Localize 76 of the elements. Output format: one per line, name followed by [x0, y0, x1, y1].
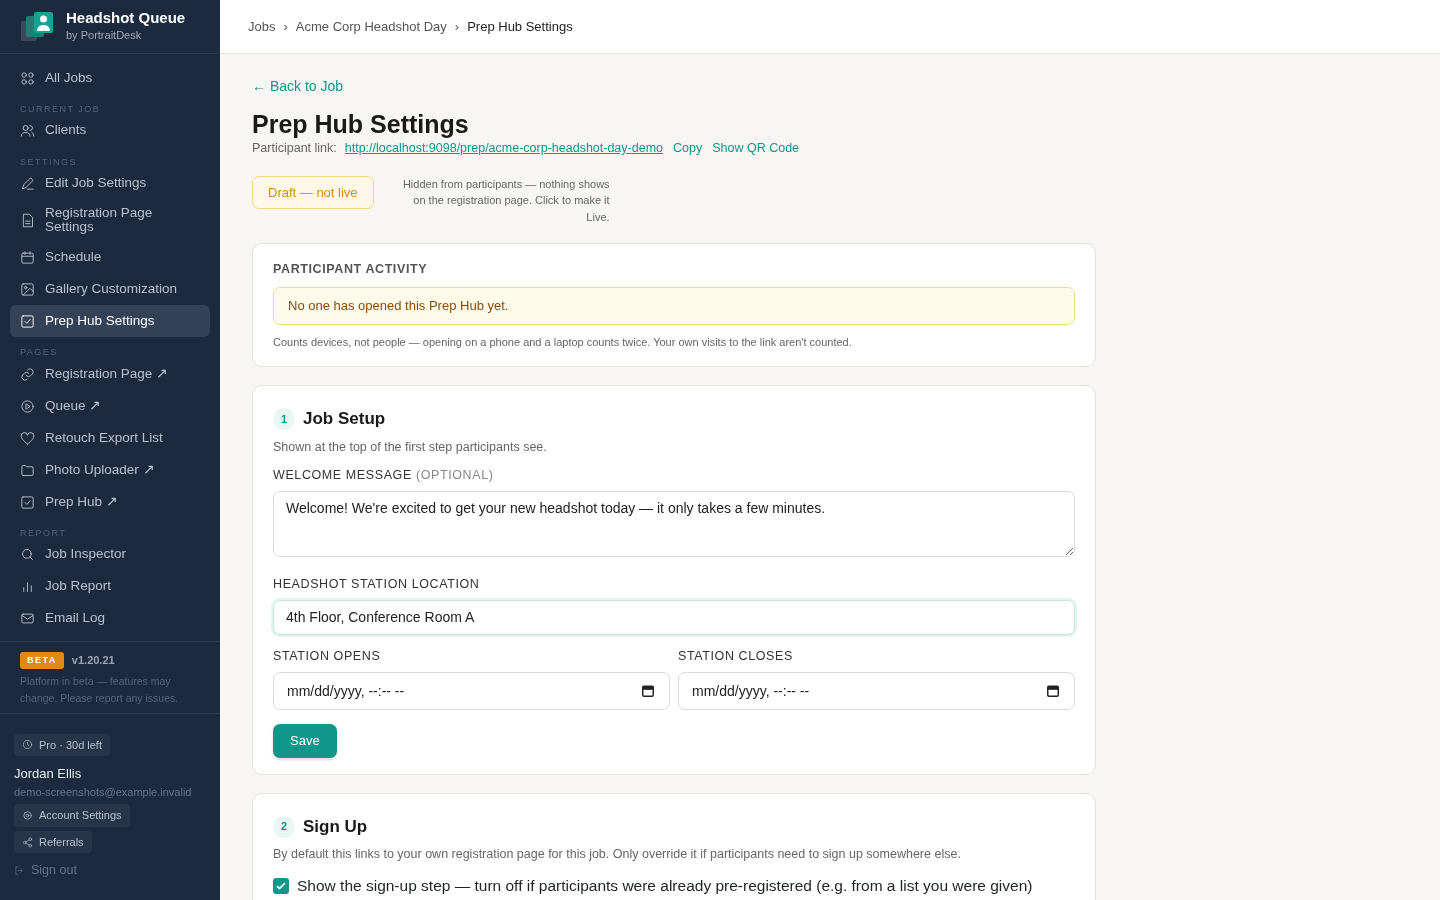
sidebar-item[interactable]: Prep Hub Settings [10, 305, 210, 338]
search-icon [20, 547, 35, 563]
account-button[interactable]: Referrals [14, 830, 92, 854]
checkbox-label: Show the sign-up step — turn off if participants were already pre-registered (e.g. from a list you were given) [297, 876, 1033, 896]
pencil-icon [20, 176, 35, 192]
sidebar-item[interactable]: Gallery Customization [10, 273, 210, 306]
datetime-field[interactable]: mm/dd/yyyy, --:-- -- [273, 672, 670, 711]
checkbox[interactable] [273, 877, 289, 894]
step-number: 2 [273, 815, 295, 838]
step-description: Shown at the top of the first step participants see. [273, 438, 548, 456]
field-label: STATION OPENS [273, 649, 382, 665]
people-icon [20, 123, 35, 139]
sidebar-item[interactable]: Schedule [10, 241, 210, 274]
page-title: Prep Hub Settings [252, 109, 470, 139]
activity-note: Counts devices, not people — opening on a phone and a laptop counts twice. Your own visits to the link aren't counted. [273, 334, 853, 350]
document-icon [20, 212, 35, 228]
checkbox-icon [20, 313, 35, 329]
sidebar-item[interactable]: Retouch Export List [10, 422, 210, 455]
sidebar-item[interactable]: Job Report [10, 570, 210, 603]
link-label: Participant link: [252, 140, 337, 157]
sidebar-item[interactable]: Job Inspector [10, 538, 210, 571]
datetime-field[interactable]: mm/dd/yyyy, --:-- -- [678, 672, 1075, 711]
checkbox-icon [20, 494, 35, 510]
calendar-icon [641, 684, 655, 699]
sidebar-item[interactable]: Email Log [10, 602, 210, 635]
envelope-icon [20, 611, 35, 627]
plan-badge: Pro · 30d left [14, 733, 110, 756]
breadcrumb-link[interactable]: Acme Corp Headshot Day [295, 16, 447, 37]
breadcrumb-separator: › [454, 17, 460, 36]
gear-icon [22, 810, 33, 821]
version-label: v1.20.21 [71, 653, 115, 668]
save-button[interactable]: Save [273, 724, 337, 758]
calendar-icon [1046, 684, 1060, 699]
user-name: Jordan Ellis [14, 765, 83, 784]
step-description: By default this links to your own registration page for this job. Only override it if participants need to sign up somewhere else. [273, 846, 962, 864]
empty-alert: No one has opened this Prep Hub yet. [273, 287, 1075, 325]
link-icon [20, 366, 35, 382]
sidebar-item[interactable]: Registration Page ↗ [10, 358, 210, 391]
sidebar-item[interactable]: Registration Page Settings [10, 199, 210, 242]
sidebar-item[interactable]: Photo Uploader ↗ [10, 454, 210, 487]
sidebar-item[interactable]: Prep Hub ↗ [10, 486, 210, 519]
back-link[interactable]: ← Back to Job [252, 76, 344, 97]
sidebar-item[interactable]: Queue ↗ [10, 390, 210, 423]
app-title: Headshot Queue [66, 10, 186, 27]
calendar-icon [20, 249, 35, 265]
folder-icon [20, 462, 35, 478]
play-icon [20, 398, 35, 414]
bar-chart-icon [20, 579, 35, 595]
sidebar-item[interactable]: All Jobs [10, 62, 210, 94]
status-hint: Hidden from participants — nothing shows on the registration page. Click to make it Live. [401, 176, 610, 225]
sign-out-icon [14, 865, 25, 877]
field-label: WELCOME MESSAGE (OPTIONAL) [273, 468, 495, 484]
clock-icon [22, 739, 33, 751]
app-subtitle: by PortraitDesk [66, 27, 143, 43]
field-label: HEADSHOT STATION LOCATION [273, 577, 481, 593]
image-icon [20, 281, 35, 297]
breadcrumb-separator: › [283, 17, 288, 36]
card-heading: PARTICIPANT ACTIVITY [273, 261, 429, 279]
check-icon [275, 879, 287, 892]
breadcrumb-current: Prep Hub Settings [467, 17, 573, 36]
location-field[interactable]: 4th Floor, Conference Room A [273, 600, 1075, 636]
user-email: demo-screenshots@example.invalid [14, 784, 193, 800]
sidebar-item[interactable]: Clients [10, 114, 210, 147]
step-title: Job Setup [303, 408, 386, 430]
share-icon [22, 836, 33, 848]
message-field[interactable]: Welcome! We're excited to get your new headshot today — it only takes a few minutes. [273, 491, 1075, 558]
breadcrumb-link[interactable]: Jobs [248, 16, 276, 37]
beta-badge: BETA [20, 651, 64, 669]
logo-icon [20, 10, 54, 43]
grid-icon [20, 70, 35, 86]
step-number: 1 [273, 407, 295, 430]
heart-icon [20, 430, 35, 446]
sidebar-item[interactable]: Edit Job Settings [10, 167, 210, 200]
account-button[interactable]: Account Settings [14, 804, 130, 827]
step-title: Sign Up [303, 815, 368, 838]
field-label: STATION CLOSES [678, 649, 794, 665]
